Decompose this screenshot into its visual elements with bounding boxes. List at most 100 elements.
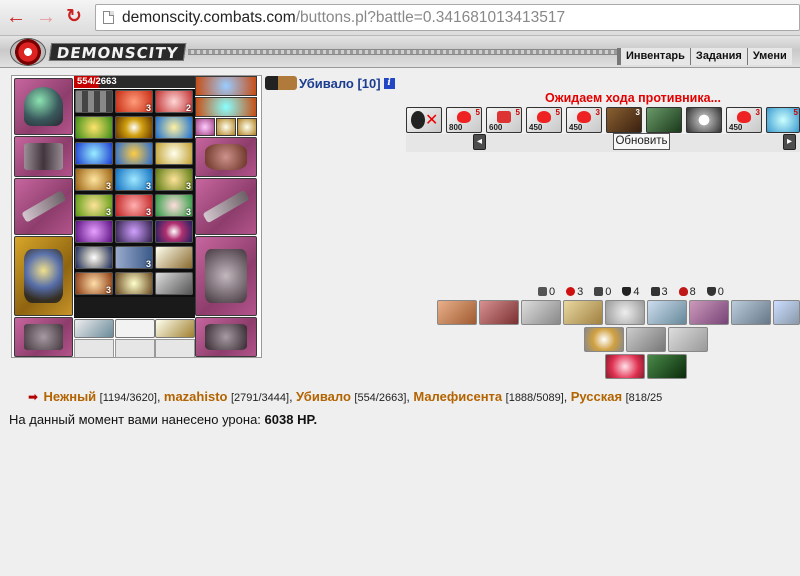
enemy-slot-9[interactable]: 3 450 xyxy=(726,107,762,133)
amulet-slot[interactable] xyxy=(195,97,257,117)
action-9[interactable] xyxy=(773,300,800,325)
item-slot-ice[interactable] xyxy=(75,142,113,165)
blood-icon xyxy=(566,287,576,296)
stat-counter: 0 xyxy=(594,286,611,299)
enemy-slot-3[interactable]: 5 600 xyxy=(486,107,522,133)
team-member-name[interactable]: Русская xyxy=(571,389,622,404)
item-slot-blade[interactable]: 3 xyxy=(115,246,153,269)
item-slot-eye[interactable] xyxy=(115,116,153,139)
item-slot-scroll-gold[interactable] xyxy=(155,142,193,165)
team-member-name[interactable]: Малефисента xyxy=(413,389,502,404)
scroll-left-icon[interactable]: ◂ xyxy=(473,134,486,150)
item-slot-blue-orb[interactable] xyxy=(155,116,193,139)
offhand-slot[interactable] xyxy=(195,178,257,235)
enemy-slot-6[interactable]: 3 xyxy=(606,107,642,133)
item-slot-green[interactable]: 3 xyxy=(155,194,193,217)
enemy-slot-2[interactable]: 5 800 xyxy=(446,107,482,133)
reload-icon[interactable]: ↻ xyxy=(63,6,85,28)
action-3[interactable] xyxy=(521,300,561,325)
enemy-slot-10[interactable]: 5 xyxy=(766,107,800,133)
scroll-right-icon[interactable]: ▸ xyxy=(783,134,796,150)
clan-icon xyxy=(265,76,297,90)
game-header: DEMONSCITY Инвентарь Задания Умени xyxy=(0,36,800,68)
team-member-name[interactable]: mazahisto xyxy=(164,389,228,404)
back-arrow-icon[interactable]: ← xyxy=(5,6,27,28)
heart-icon xyxy=(678,287,688,296)
action-2[interactable] xyxy=(479,300,519,325)
item-slot-potion-red[interactable]: 3 xyxy=(115,90,153,113)
address-bar[interactable]: demonscity.combats.com/buttons.pl?battle… xyxy=(95,4,800,31)
item-slot-scroll[interactable] xyxy=(155,246,193,269)
item-slot-cat[interactable] xyxy=(75,246,113,269)
item-slot-herb[interactable] xyxy=(75,116,113,139)
action-4[interactable] xyxy=(563,300,603,325)
item-slot-gold-1[interactable]: 3 xyxy=(75,168,113,191)
action-6[interactable] xyxy=(647,300,687,325)
hp-bar: 554/2663 xyxy=(74,76,195,88)
item-slot-purple-2[interactable] xyxy=(115,220,153,243)
menu-quests[interactable]: Задания xyxy=(689,48,747,65)
action-10[interactable] xyxy=(584,327,624,352)
action-11[interactable] xyxy=(626,327,666,352)
stat-block: 0 xyxy=(706,286,724,299)
ring-slot-4[interactable] xyxy=(237,118,257,136)
item-slot-water[interactable]: 3 xyxy=(115,168,153,191)
action-13[interactable] xyxy=(605,354,645,379)
bracers-slot[interactable] xyxy=(14,136,73,177)
info-icon[interactable]: i xyxy=(383,77,395,89)
team-member-name[interactable]: Убивало xyxy=(296,389,351,404)
scroll-slot-3[interactable] xyxy=(155,319,195,338)
enemy-slot-8[interactable] xyxy=(686,107,722,133)
action-7[interactable] xyxy=(689,300,729,325)
player-name[interactable]: Убивало [10] xyxy=(299,76,381,91)
legs-slot[interactable] xyxy=(195,236,257,316)
ring-slot-3[interactable] xyxy=(216,118,236,136)
action-grid xyxy=(437,300,800,380)
item-slot-swirl[interactable] xyxy=(155,220,193,243)
forward-arrow-icon[interactable]: → xyxy=(35,6,57,28)
stat-defense: 4 xyxy=(622,286,640,299)
action-8[interactable] xyxy=(731,300,771,325)
team-member-name[interactable]: Нежный xyxy=(44,389,97,404)
ring-slot-1[interactable] xyxy=(195,76,257,96)
item-slot-arrows[interactable] xyxy=(75,90,113,113)
team-member-hp: [1888/5089] xyxy=(505,392,564,404)
url-path: /buttons.pl?battle=0.341681013413517 xyxy=(295,9,566,26)
action-1[interactable] xyxy=(437,300,477,325)
enemy-slot-7[interactable] xyxy=(646,107,682,133)
scroll-slot-1[interactable] xyxy=(74,319,114,338)
helmet-slot[interactable] xyxy=(14,78,73,135)
item-slot-hammer[interactable] xyxy=(155,272,193,295)
stat-attack: 0 xyxy=(538,286,555,299)
item-slot-mask[interactable] xyxy=(115,272,153,295)
enemy-slot-4[interactable]: 5 450 xyxy=(526,107,562,133)
action-14[interactable] xyxy=(647,354,687,379)
damage-label: На данный момент вами нанесено урона: xyxy=(9,412,261,427)
item-slot-gold-3[interactable]: 3 xyxy=(75,194,113,217)
refresh-button[interactable]: Обновить xyxy=(613,133,670,150)
stat-bleed: 3 xyxy=(566,286,583,299)
item-slot-potion-pink[interactable]: 2 xyxy=(155,90,193,113)
damage-summary: На данный момент вами нанесено урона: 60… xyxy=(9,412,317,427)
action-5[interactable] xyxy=(605,300,645,325)
ring-slot-2[interactable] xyxy=(195,118,215,136)
menu-skills[interactable]: Умени xyxy=(746,48,792,65)
item-slot-gold-2[interactable]: 3 xyxy=(155,168,193,191)
counter-icon xyxy=(594,287,604,296)
item-slot-torch[interactable] xyxy=(115,142,153,165)
action-12[interactable] xyxy=(668,327,708,352)
menu-inventory[interactable]: Инвентарь xyxy=(617,48,690,65)
enemy-strip-bg xyxy=(406,134,800,152)
scroll-slot-2[interactable] xyxy=(115,319,155,338)
armor-slot[interactable] xyxy=(14,236,73,316)
weapon-slot[interactable] xyxy=(14,178,73,235)
gloves-slot[interactable] xyxy=(195,137,257,177)
item-slot-red-2[interactable]: 3 xyxy=(115,194,153,217)
belt-slot[interactable] xyxy=(14,317,73,357)
item-slot-beast[interactable]: 3 xyxy=(75,272,113,295)
enemy-slot-5[interactable]: 3 450 xyxy=(566,107,602,133)
boots-slot[interactable] xyxy=(195,317,257,357)
scroll-empty-1 xyxy=(74,339,114,358)
item-slot-purple[interactable] xyxy=(75,220,113,243)
enemy-slot-1[interactable]: ✕ xyxy=(406,107,442,133)
